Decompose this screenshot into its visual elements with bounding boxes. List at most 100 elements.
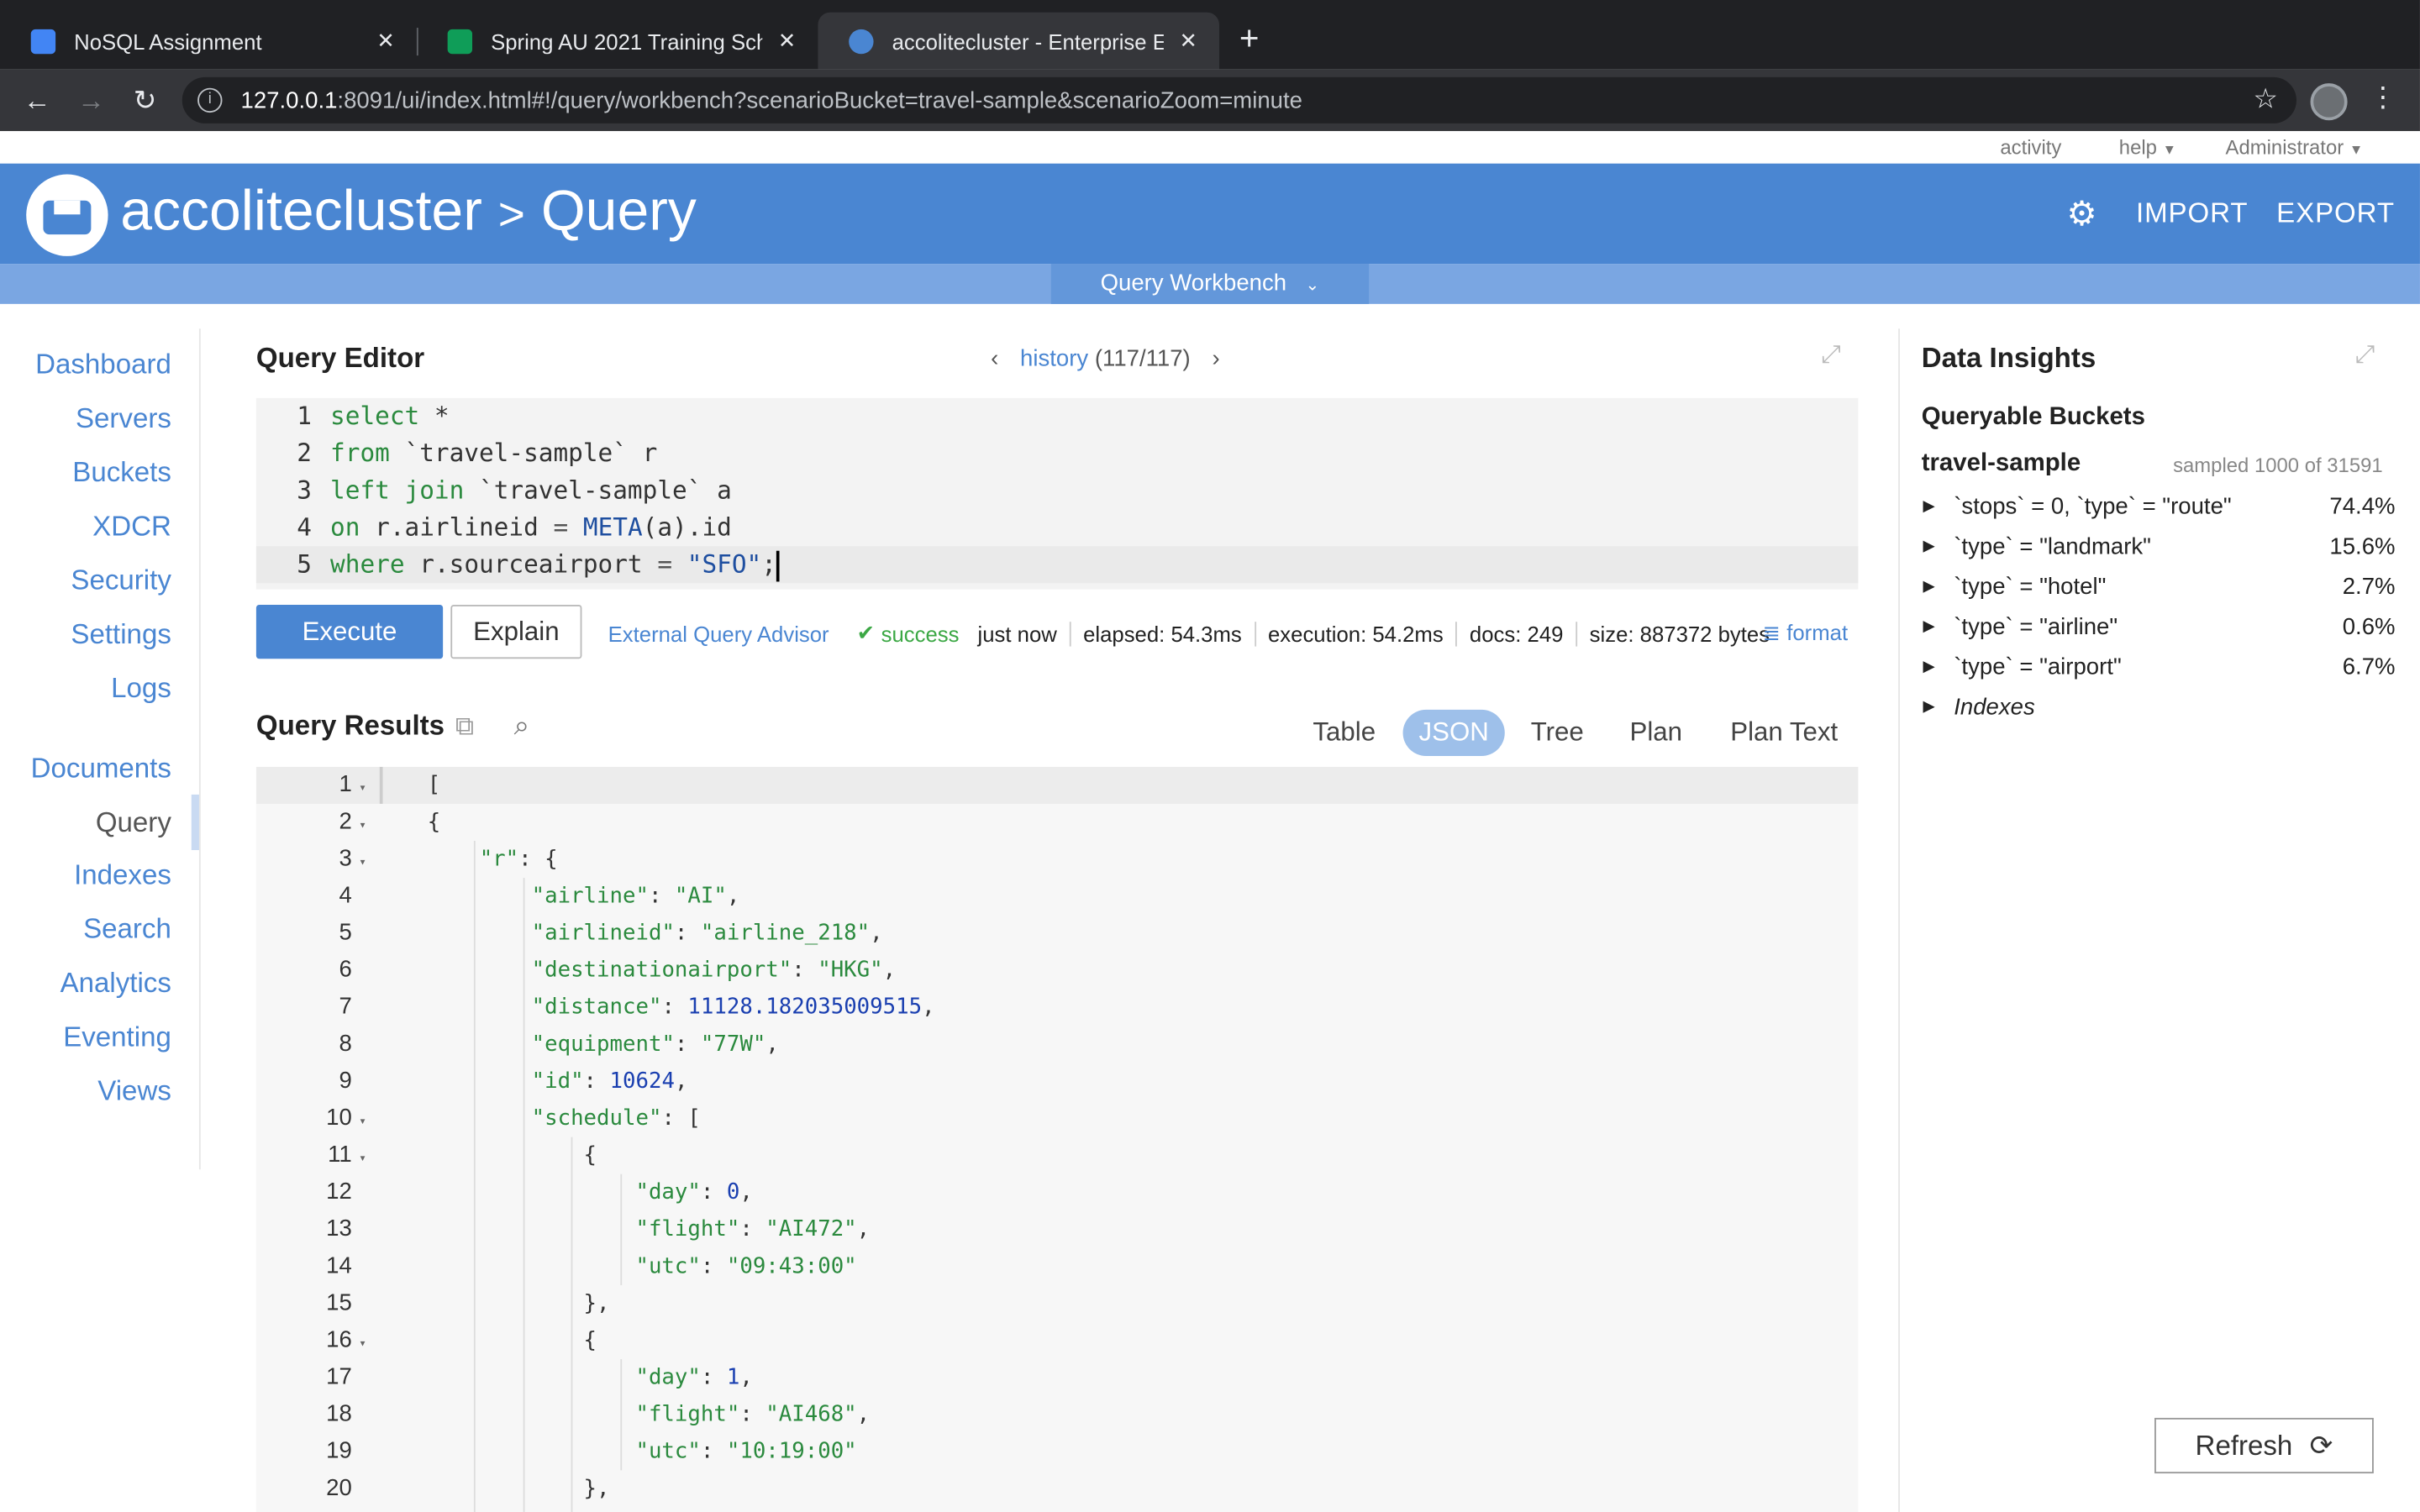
browser-menu-icon[interactable]: ⋮ [2367,81,2398,114]
tab-plan[interactable]: Plan [1616,710,1697,756]
line-number: 17 [326,1363,352,1390]
expand-triangle-icon[interactable]: ▶ [1923,578,1954,595]
history-link[interactable]: history [1020,345,1088,371]
line-number: 9 [339,1067,352,1095]
nav-xdcr[interactable]: XDCR [92,511,171,543]
result-size: size: 887372 bytes [1589,621,1770,646]
user-menu[interactable]: Administrator ▼ [2226,136,2364,160]
back-icon[interactable]: ← [18,81,55,118]
forward-icon[interactable]: → [72,81,109,118]
nav-search[interactable]: Search [83,913,171,946]
profile-avatar[interactable] [2310,83,2348,121]
bookmark-star-icon[interactable]: ☆ [2253,83,2278,116]
expand-triangle-icon[interactable]: ▶ [1923,658,1954,675]
insight-row[interactable]: ▶ `type` = "airport" 6.7% [1923,649,2396,683]
tab-json[interactable]: JSON [1402,709,1505,756]
activity-link[interactable]: activity [2000,136,2061,160]
fold-icon[interactable]: ▾ [352,770,374,807]
couchbase-logo[interactable] [26,174,108,256]
import-button[interactable]: IMPORT [2136,197,2248,230]
json-line: 4 "airline": "AI", [256,878,1858,915]
json-results[interactable]: 1 ▾[ 2 ▾{ 3 ▾ "r": { 4 "airline": "AI", 5 "… [255,766,1859,1512]
browser-tab-bar: NoSQL Assignment ✕ Spring AU 2021 Traini… [0,0,2420,70]
expand-triangle-icon[interactable]: ▶ [1923,618,1954,635]
new-tab-icon[interactable]: + [1239,18,1260,59]
search-icon[interactable]: ⌕ [514,710,530,743]
line-number: 8 [339,1030,352,1058]
status-text: success [881,621,960,646]
json-line: 2 ▾{ [256,804,1858,841]
fold-icon[interactable]: ▾ [352,1326,374,1362]
refresh-button[interactable]: Refresh ⟳ [2154,1417,2374,1474]
line-number: 4 [339,882,352,909]
insight-row-indexes[interactable]: ▶ Indexes [1923,690,2396,723]
chevron-down-icon: ▼ [2349,141,2364,158]
tab-table[interactable]: Table [1293,710,1395,756]
insight-label: `type` = "airport" [1954,653,2122,680]
expand-icon[interactable]: ⤢ [1821,343,1841,370]
browser-tab-1[interactable]: NoSQL Assignment ✕ [0,13,417,70]
expand-triangle-icon[interactable]: ▶ [1923,497,1954,514]
gear-icon[interactable]: ⚙ [2066,194,2096,234]
close-icon[interactable]: ✕ [771,28,802,54]
nav-documents[interactable]: Documents [31,753,171,785]
insight-row[interactable]: ▶ `stops` = 0, `type` = "route" 74.4% [1923,489,2396,522]
query-editor[interactable]: 1 select * 2 from `travel-sample` r 3 left … [255,397,1859,590]
tab-plan-text[interactable]: Plan Text [1713,710,1855,756]
status-time: just now [977,621,1057,646]
fold-icon[interactable]: ▾ [352,1103,374,1140]
nav-query[interactable]: Query [96,807,171,840]
expand-triangle-icon[interactable]: ▶ [1923,538,1954,554]
browser-tab-3[interactable]: accolitecluster - Enterprise Edi ✕ [818,12,1219,70]
expand-triangle-icon[interactable]: ▶ [1923,698,1954,715]
sheets-icon [447,28,473,54]
refresh-label: Refresh [2195,1430,2293,1462]
fold-icon[interactable]: ▾ [352,1140,374,1177]
line-number: 6 [339,956,352,983]
nav-buckets[interactable]: Buckets [72,457,171,490]
reload-icon[interactable]: ↻ [127,81,164,118]
history-prev-icon[interactable]: ‹ [991,345,998,371]
query-advisor-link[interactable]: External Query Advisor [608,621,829,645]
info-icon[interactable]: i [197,87,223,113]
nav-logs[interactable]: Logs [111,673,171,706]
insight-row[interactable]: ▶ `type` = "hotel" 2.7% [1923,570,2396,603]
query-workbench-tab[interactable]: Query Workbench ⌄ [1050,264,1370,304]
fold-icon[interactable]: ▾ [352,807,374,844]
tab-tree[interactable]: Tree [1517,710,1597,756]
insight-percent: 6.7% [2342,653,2396,680]
nav-servers[interactable]: Servers [76,402,171,435]
close-icon[interactable]: ✕ [1173,28,1204,54]
expand-icon[interactable]: ⤢ [2355,343,2375,370]
json-line: 8 "equipment": "77W", [256,1026,1858,1063]
nav-indexes[interactable]: Indexes [74,859,171,892]
nav-security[interactable]: Security [71,564,171,597]
nav-analytics[interactable]: Analytics [60,968,171,1000]
format-button[interactable]: ≣ format [1763,620,1849,646]
nav-views[interactable]: Views [97,1075,171,1108]
copy-icon[interactable]: ⧉ [455,711,474,743]
line-number: 16 [326,1326,352,1353]
browser-toolbar: ← → ↻ i 127.0.0.1:8091/ui/index.html#!/q… [0,69,2420,132]
bucket-name[interactable]: travel-sample [1922,450,2081,478]
nav-eventing[interactable]: Eventing [63,1021,171,1054]
export-button[interactable]: EXPORT [2276,197,2395,230]
editor-line: 4 on r.airlineid = META(a).id [256,509,1858,546]
insight-row[interactable]: ▶ `type` = "airline" 0.6% [1923,609,2396,643]
close-icon[interactable]: ✕ [371,28,402,54]
execution-time: execution: 54.2ms [1267,621,1444,646]
nav-settings[interactable]: Settings [71,619,171,652]
history-next-icon[interactable]: › [1212,345,1219,371]
editor-line: 2 from `travel-sample` r [256,435,1858,472]
address-bar[interactable]: i 127.0.0.1:8091/ui/index.html#!/query/w… [182,76,2297,123]
help-menu[interactable]: help ▼ [2119,136,2176,160]
execute-button[interactable]: Execute [255,604,444,659]
fold-icon[interactable]: ▾ [352,844,374,881]
line-number: 14 [326,1252,352,1279]
editor-line: 3 left join `travel-sample` a [256,472,1858,509]
nav-dashboard[interactable]: Dashboard [35,349,171,381]
line-number: 13 [326,1215,352,1242]
insight-row[interactable]: ▶ `type` = "landmark" 15.6% [1923,529,2396,563]
browser-tab-2[interactable]: Spring AU 2021 Training Sched ✕ [417,13,818,70]
explain-button[interactable]: Explain [450,604,582,659]
